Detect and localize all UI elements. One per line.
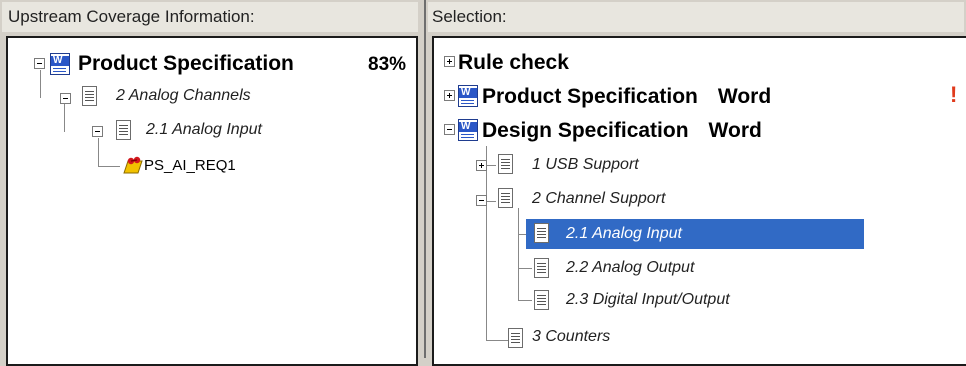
tree-item-product-specification[interactable]: Product Specification	[78, 49, 294, 79]
tree-connector	[518, 208, 519, 300]
tree-item-label: 2 Analog Channels	[116, 87, 251, 104]
document-section-icon	[498, 188, 513, 208]
tree-item-label: 1 USB Support	[532, 156, 639, 173]
requirement-icon	[123, 156, 143, 174]
expand-toggle[interactable]	[476, 160, 487, 171]
collapse-toggle[interactable]	[444, 124, 455, 135]
tree-item-2-1-analog-input[interactable]: 2.1 Analog Input	[146, 115, 262, 145]
tree-item-label: 2 Channel Support	[532, 190, 666, 207]
tree-item-rule-check[interactable]: Rule check	[458, 48, 569, 78]
tree-item-1-usb-support[interactable]: 1 USB Support	[532, 150, 639, 180]
tree-item-label: 2.1 Analog Input	[566, 225, 682, 242]
tree-item-label: 3 Counters	[532, 328, 611, 345]
left-pane-header: Upstream Coverage Information:	[2, 2, 418, 32]
document-section-icon	[82, 86, 97, 106]
word-document-icon: W	[458, 85, 478, 107]
right-pane-header: Selection:	[428, 2, 964, 32]
document-section-icon	[534, 290, 549, 310]
word-document-icon: W	[458, 119, 478, 141]
warning-icon: !	[950, 82, 958, 107]
document-section-icon	[534, 258, 549, 278]
tree-item-label: Design Specification	[482, 119, 689, 142]
tree-connector	[98, 138, 99, 166]
tree-item-2-3-digital-input-output[interactable]: 2.3 Digital Input/Output	[566, 285, 730, 315]
tree-item-3-counters[interactable]: 3 Counters	[532, 322, 610, 352]
tree-item-label: 2.1 Analog Input	[146, 121, 262, 138]
document-section-icon	[498, 154, 513, 174]
tree-item-product-specification[interactable]: Product Specification Word	[482, 82, 771, 112]
tree-item-label: Product Specification	[78, 52, 294, 75]
tree-connector	[518, 268, 532, 269]
tree-connector	[486, 201, 496, 202]
tree-item-design-specification[interactable]: Design Specification Word	[482, 116, 762, 146]
tree-connector	[486, 340, 510, 341]
tree-item-label: PS_AI_REQ1	[144, 156, 236, 174]
tree-item-label: Rule check	[458, 51, 569, 74]
tree-connector	[64, 104, 65, 132]
pane-separator[interactable]	[424, 0, 426, 358]
coverage-percent: 83%	[368, 54, 407, 75]
document-section-icon	[534, 223, 549, 243]
word-document-icon: W	[50, 53, 70, 75]
tree-item-label: 2.3 Digital Input/Output	[566, 291, 730, 308]
collapse-toggle[interactable]	[476, 195, 487, 206]
document-section-icon	[508, 328, 523, 348]
tree-connector	[40, 70, 41, 98]
tree-item-label: 2.2 Analog Output	[566, 259, 695, 276]
tree-connector	[518, 300, 532, 301]
tree-item-2-channel-support[interactable]: 2 Channel Support	[532, 184, 665, 214]
expand-toggle[interactable]	[444, 90, 455, 101]
expand-toggle[interactable]	[444, 56, 455, 67]
tree-connector	[486, 146, 487, 340]
document-type-label: Word	[708, 119, 762, 142]
collapse-toggle[interactable]	[60, 93, 71, 104]
collapse-toggle[interactable]	[92, 126, 103, 137]
tree-connector	[98, 166, 120, 167]
tree-connector	[486, 165, 496, 166]
tree-item-2-1-analog-input[interactable]: 2.1 Analog Input	[566, 219, 682, 249]
tree-item-ps-ai-req1[interactable]: PS_AI_REQ1	[144, 150, 236, 180]
collapse-toggle[interactable]	[34, 58, 45, 69]
tree-item-2-analog-channels[interactable]: 2 Analog Channels	[116, 81, 251, 111]
document-section-icon	[116, 120, 131, 140]
tree-item-2-2-analog-output[interactable]: 2.2 Analog Output	[566, 253, 694, 283]
document-type-label: Word	[717, 85, 772, 108]
tree-item-label: Product Specification	[482, 85, 698, 108]
